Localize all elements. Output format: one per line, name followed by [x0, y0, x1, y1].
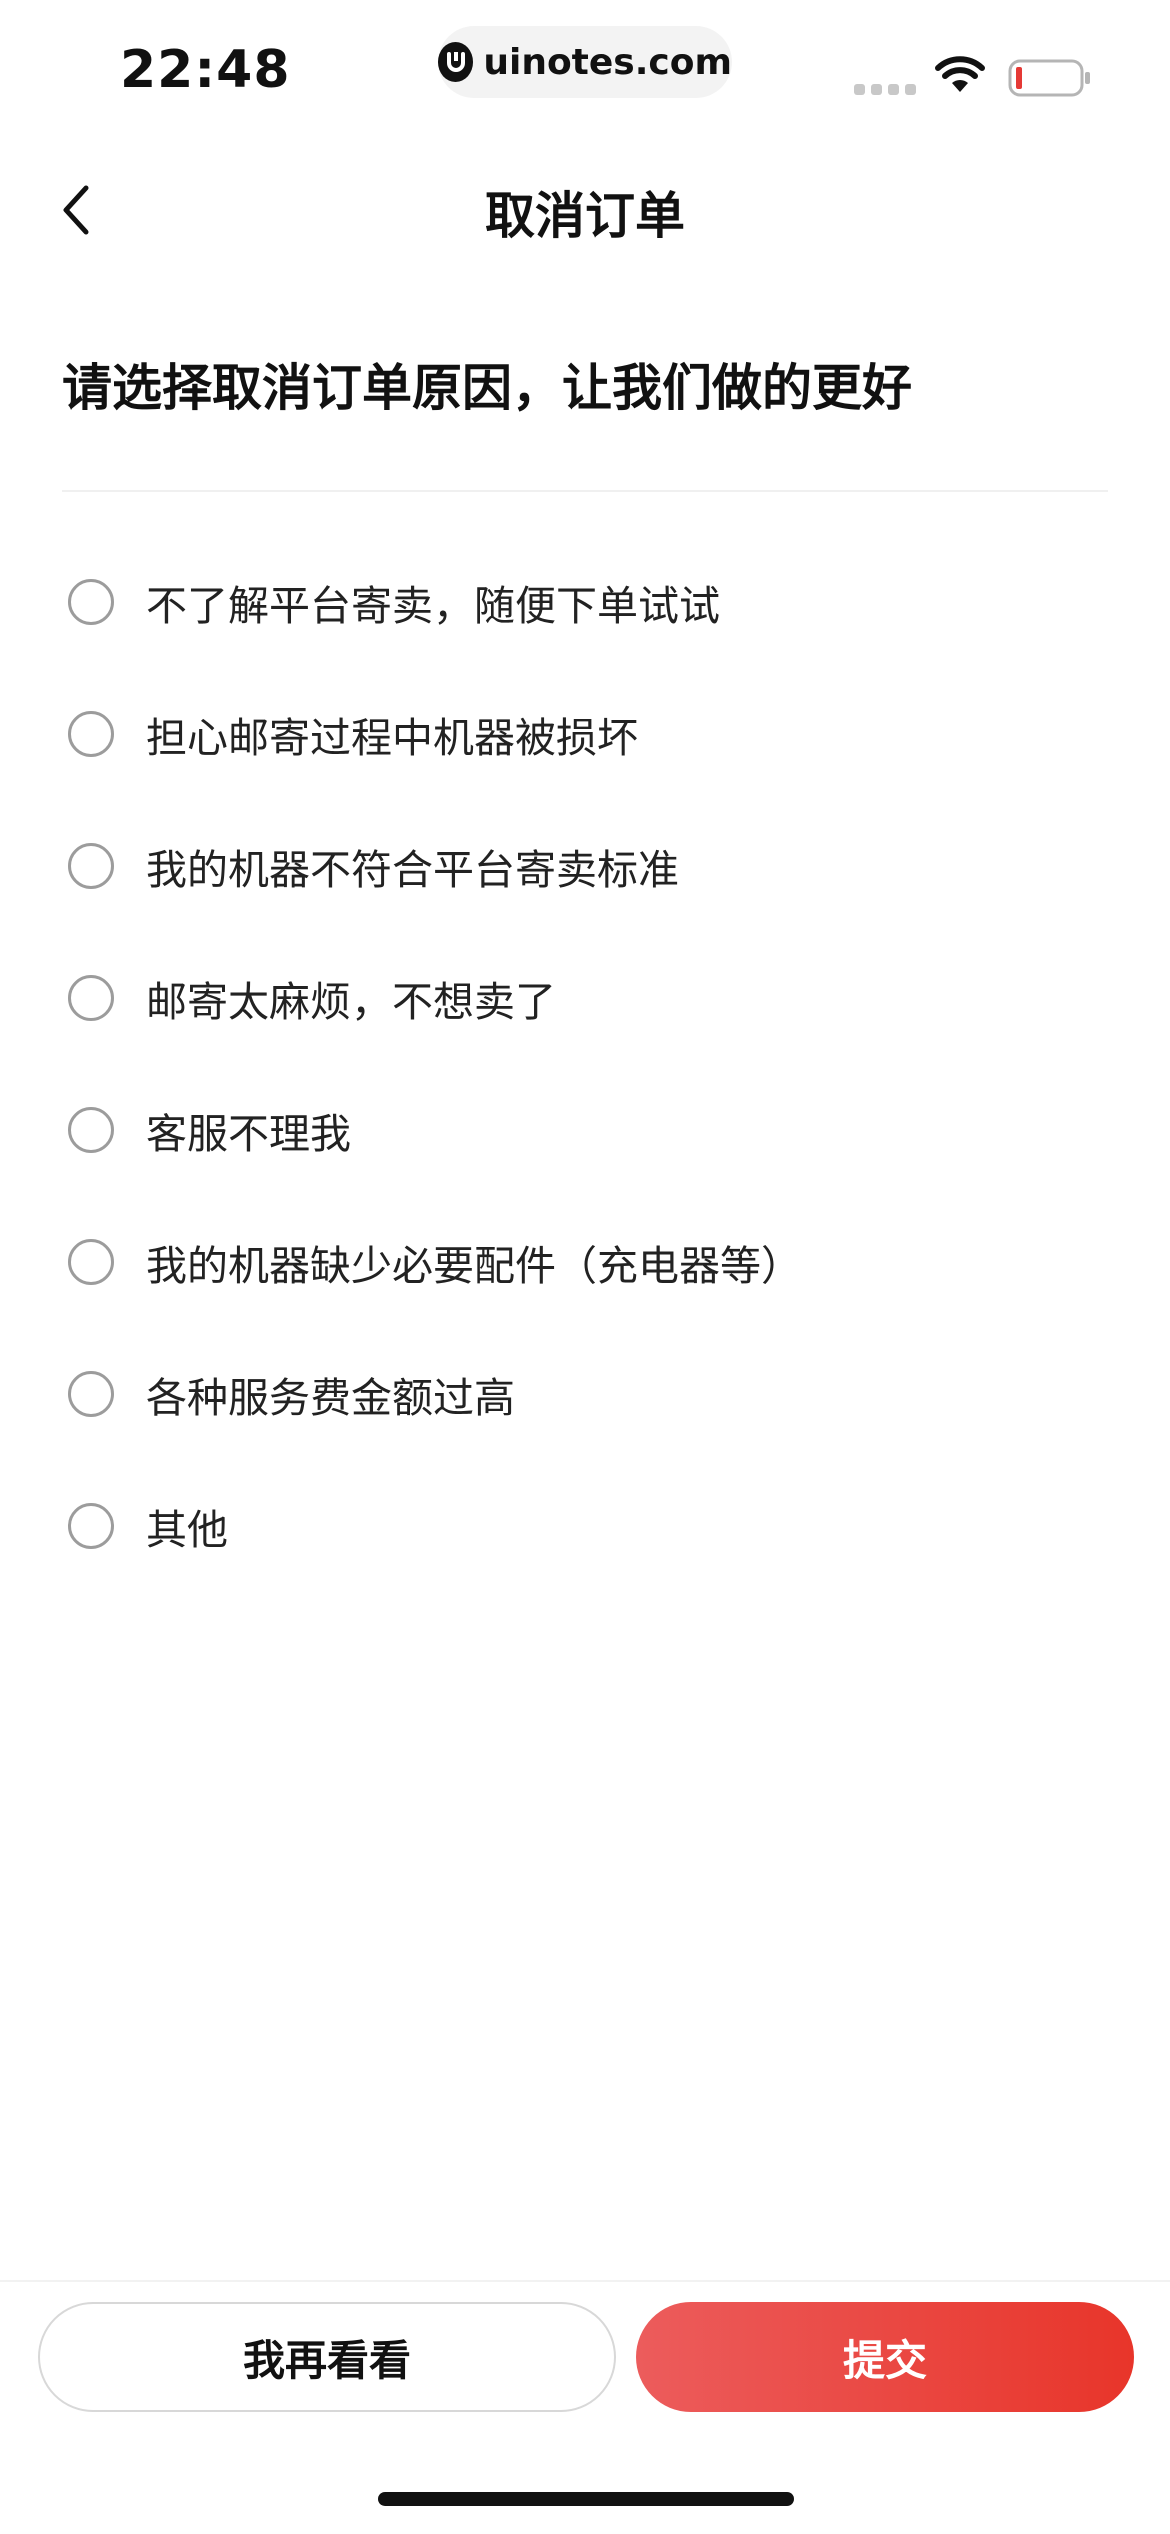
cellular-signal-icon [854, 84, 916, 95]
reason-option[interactable]: 邮寄太麻烦，不想卖了 [62, 932, 1108, 1064]
page-title: 取消订单 [485, 187, 685, 245]
radio-unchecked-icon[interactable] [68, 579, 114, 625]
radio-unchecked-icon[interactable] [68, 1503, 114, 1549]
cancel-reason-prompt: 请选择取消订单原因，让我们做的更好 [62, 359, 912, 417]
reason-option[interactable]: 我的机器不符合平台寄卖标准 [62, 800, 1108, 932]
reason-option[interactable]: 不了解平台寄卖，随便下单试试 [62, 536, 1108, 668]
reason-label: 我的机器不符合平台寄卖标准 [146, 846, 679, 894]
reason-label: 我的机器缺少必要配件（充电器等） [146, 1242, 802, 1290]
radio-unchecked-icon[interactable] [68, 1107, 114, 1153]
wifi-icon [935, 56, 985, 92]
url-text: uinotes.com [483, 41, 732, 83]
radio-unchecked-icon[interactable] [68, 975, 114, 1021]
reason-label: 不了解平台寄卖，随便下单试试 [146, 582, 720, 630]
site-logo-icon [438, 42, 474, 82]
url-pill[interactable]: uinotes.com [438, 26, 732, 98]
status-bar: 22:48 uinotes.com [0, 0, 1170, 150]
reason-label: 各种服务费金额过高 [146, 1374, 515, 1422]
radio-unchecked-icon[interactable] [68, 843, 114, 889]
reason-label: 其他 [146, 1506, 228, 1554]
radio-unchecked-icon[interactable] [68, 1371, 114, 1417]
reason-option[interactable]: 担心邮寄过程中机器被损坏 [62, 668, 1108, 800]
reason-option[interactable]: 我的机器缺少必要配件（充电器等） [62, 1196, 1108, 1328]
nav-bar: 取消订单 [0, 150, 1170, 265]
divider [62, 490, 1108, 492]
reason-option[interactable]: 客服不理我 [62, 1064, 1108, 1196]
radio-unchecked-icon[interactable] [68, 1239, 114, 1285]
status-time: 22:48 [120, 40, 291, 100]
look-again-button[interactable]: 我再看看 [38, 2302, 616, 2412]
reason-label: 客服不理我 [146, 1110, 351, 1158]
reason-option[interactable]: 其他 [62, 1460, 1108, 1592]
radio-unchecked-icon[interactable] [68, 711, 114, 757]
battery-icon [1008, 59, 1090, 97]
reason-label: 邮寄太麻烦，不想卖了 [146, 978, 556, 1026]
reason-label: 担心邮寄过程中机器被损坏 [146, 714, 638, 762]
home-indicator[interactable] [378, 2492, 794, 2506]
submit-button[interactable]: 提交 [636, 2302, 1134, 2412]
reason-option[interactable]: 各种服务费金额过高 [62, 1328, 1108, 1460]
